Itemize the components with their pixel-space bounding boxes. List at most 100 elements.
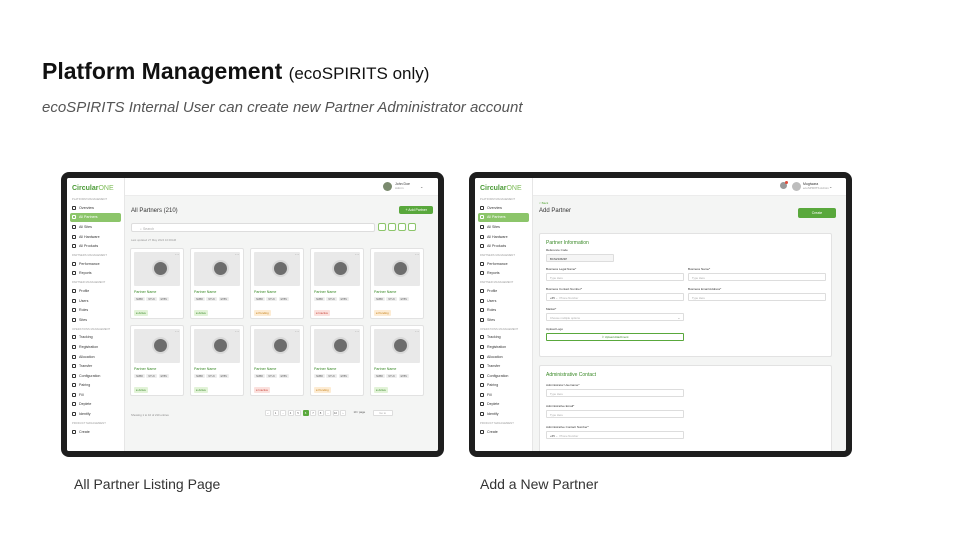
more-options-icon[interactable]: ··· [175, 329, 179, 334]
more-options-icon[interactable]: ··· [295, 329, 299, 334]
per-page-select[interactable]: 10 / page [351, 410, 369, 416]
sidebar-item-all-partners[interactable]: All Partners [478, 212, 529, 223]
sidebar-item-overview[interactable]: Overview [70, 203, 121, 213]
sidebar-item-sites[interactable]: Sites [70, 315, 121, 325]
sort-icon[interactable] [388, 223, 396, 231]
page-button[interactable]: › [340, 410, 346, 416]
page-button[interactable]: ... [280, 410, 286, 416]
more-options-icon[interactable]: ··· [355, 252, 359, 257]
sidebar-item-transfer[interactable]: Transfer [70, 361, 121, 371]
page-button[interactable]: ‹ [265, 410, 271, 416]
create-button[interactable]: Create [798, 208, 836, 218]
sidebar-item-create[interactable]: Create [478, 427, 529, 437]
grid-view-icon[interactable] [398, 223, 406, 231]
partner-card[interactable]: ··· Partner Name SMBR NTUC EHBV ● Inactive [310, 248, 364, 319]
sidebar-item-overview[interactable]: Overview [478, 203, 529, 213]
sidebar-item-allocation[interactable]: Allocation [70, 352, 121, 362]
page-button[interactable]: 10 [332, 410, 339, 416]
market-select[interactable]: Choose multiple options ⌄ [546, 312, 684, 321]
partner-card[interactable]: ··· Partner Name SMBR NTUC EHBV ● Pending [310, 325, 364, 396]
admin-username-input[interactable]: Type Here [546, 388, 684, 397]
page-button[interactable]: 4 [287, 410, 294, 416]
sidebar-item-profile[interactable]: Profile [478, 286, 529, 296]
partner-card[interactable]: ··· Partner Name SMBR NTUC EHBV ● Active [130, 248, 184, 319]
admin-email-input[interactable]: Type Here [546, 409, 684, 418]
sidebar-item-fill[interactable]: Fill [478, 390, 529, 400]
more-options-icon[interactable]: ··· [355, 329, 359, 334]
sidebar-item-identify[interactable]: Identify [70, 409, 121, 419]
partner-card[interactable]: ··· Partner Name SMBR NTUC EHBV ● Active [190, 325, 244, 396]
sidebar-item-registration[interactable]: Registration [478, 342, 529, 352]
business-contact-input[interactable]: +65 ⌄ Phone Number [546, 292, 684, 301]
legal-name-input[interactable]: Type Here [546, 272, 684, 281]
more-options-icon[interactable]: ··· [175, 252, 179, 257]
sidebar-item-roles[interactable]: Roles [70, 305, 121, 315]
chevron-down-icon[interactable]: ⌄ [420, 184, 423, 189]
user-menu[interactable]: John Doe Admin [395, 182, 410, 190]
more-options-icon[interactable]: ··· [235, 329, 239, 334]
sidebar-item-transfer[interactable]: Transfer [478, 361, 529, 371]
sidebar-item-pairing[interactable]: Pairing [70, 381, 121, 391]
page-button[interactable]: 7 [310, 410, 316, 416]
sidebar-item-registration[interactable]: Registration [70, 342, 121, 352]
avatar[interactable] [383, 182, 392, 191]
partner-card[interactable]: ··· Partner Name SMBR NTUC EHBV ● Active [130, 325, 184, 396]
partner-card[interactable]: ··· Partner Name SMBR NTUC EHBV ● Pending [370, 248, 424, 319]
configuration-icon [72, 373, 76, 378]
sidebar-item-all-sites[interactable]: All Sites [478, 222, 529, 232]
add-partner-button[interactable]: + Add Partner [399, 206, 433, 214]
sidebar-item-roles[interactable]: Roles [478, 305, 529, 315]
sidebar-item-sites[interactable]: Sites [478, 315, 529, 325]
sidebar-item-all-hardware[interactable]: All Hardware [70, 232, 121, 242]
partner-card[interactable]: ··· Partner Name SMBR NTUC EHBV ● Active [190, 248, 244, 319]
sidebar-item-users[interactable]: Users [70, 296, 121, 306]
page-button[interactable]: 1 [272, 410, 279, 416]
filter-icon[interactable] [378, 223, 386, 231]
upload-attachment-button[interactable]: ⇪ Upload Attachment [546, 332, 684, 341]
more-options-icon[interactable]: ··· [415, 252, 419, 257]
page-button[interactable]: 6 [302, 410, 309, 416]
sidebar-item-users[interactable]: Users [478, 296, 529, 306]
sidebar-item-deplete[interactable]: Deplete [478, 400, 529, 410]
sidebar-item-deplete[interactable]: Deplete [70, 400, 121, 410]
partner-card[interactable]: ··· Partner Name SMBR NTUC EHBV ● Pending [250, 248, 304, 319]
search-input[interactable]: ⌕ Search [131, 223, 375, 232]
user-menu[interactable]: Mugiwara ecoSPIRITS Admin [803, 182, 829, 190]
sidebar-item-tracking[interactable]: Tracking [478, 333, 529, 343]
sidebar-item-all-hardware[interactable]: All Hardware [478, 232, 529, 242]
chevron-down-icon[interactable]: ⌄ [829, 184, 832, 189]
page-button[interactable]: 5 [295, 410, 301, 416]
business-email-input[interactable]: Type Here [688, 292, 826, 301]
back-link[interactable]: < Back [539, 201, 548, 205]
sidebar-item-reports[interactable]: Reports [70, 269, 121, 279]
sidebar-item-all-products[interactable]: All Products [478, 241, 529, 251]
more-options-icon[interactable]: ··· [415, 329, 419, 334]
sidebar-item-performance[interactable]: Performance [478, 259, 529, 269]
page-button[interactable]: ... [325, 410, 331, 416]
sidebar-item-performance[interactable]: Performance [70, 259, 121, 269]
page-button[interactable]: 8 [317, 410, 324, 416]
sidebar-item-all-products[interactable]: All Products [70, 241, 121, 251]
business-name-input[interactable]: Type Here [688, 272, 826, 281]
sidebar-item-pairing[interactable]: Pairing [478, 381, 529, 391]
sidebar-item-reports[interactable]: Reports [478, 269, 529, 279]
sidebar-item-tracking[interactable]: Tracking [70, 333, 121, 343]
refresh-icon[interactable] [408, 223, 416, 231]
admin-contact-input[interactable]: +65 ⌄ Phone Number [546, 430, 684, 439]
sidebar-item-allocation[interactable]: Allocation [478, 352, 529, 362]
partner-card[interactable]: ··· Partner Name SMBR NTUC EHBV ● Inactive [250, 325, 304, 396]
sidebar-item-fill[interactable]: Fill [70, 390, 121, 400]
sidebar-item-all-sites[interactable]: All Sites [70, 222, 121, 232]
more-options-icon[interactable]: ··· [235, 252, 239, 257]
goto-page-input[interactable]: Go to [372, 410, 393, 416]
sidebar-item-profile[interactable]: Profile [70, 286, 121, 296]
sidebar-item-configuration[interactable]: Configuration [70, 371, 121, 381]
avatar[interactable] [792, 182, 801, 191]
sidebar-item-create[interactable]: Create [70, 427, 121, 437]
partner-card[interactable]: ··· Partner Name SMBR NTUC EHBV ● Active [370, 325, 424, 396]
sidebar-item-configuration[interactable]: Configuration [478, 371, 529, 381]
more-options-icon[interactable]: ··· [295, 252, 299, 257]
status-badge: ● Active [374, 387, 388, 393]
sidebar-item-identify[interactable]: Identify [478, 409, 529, 419]
sidebar-item-all-partners[interactable]: All Partners [70, 212, 121, 223]
